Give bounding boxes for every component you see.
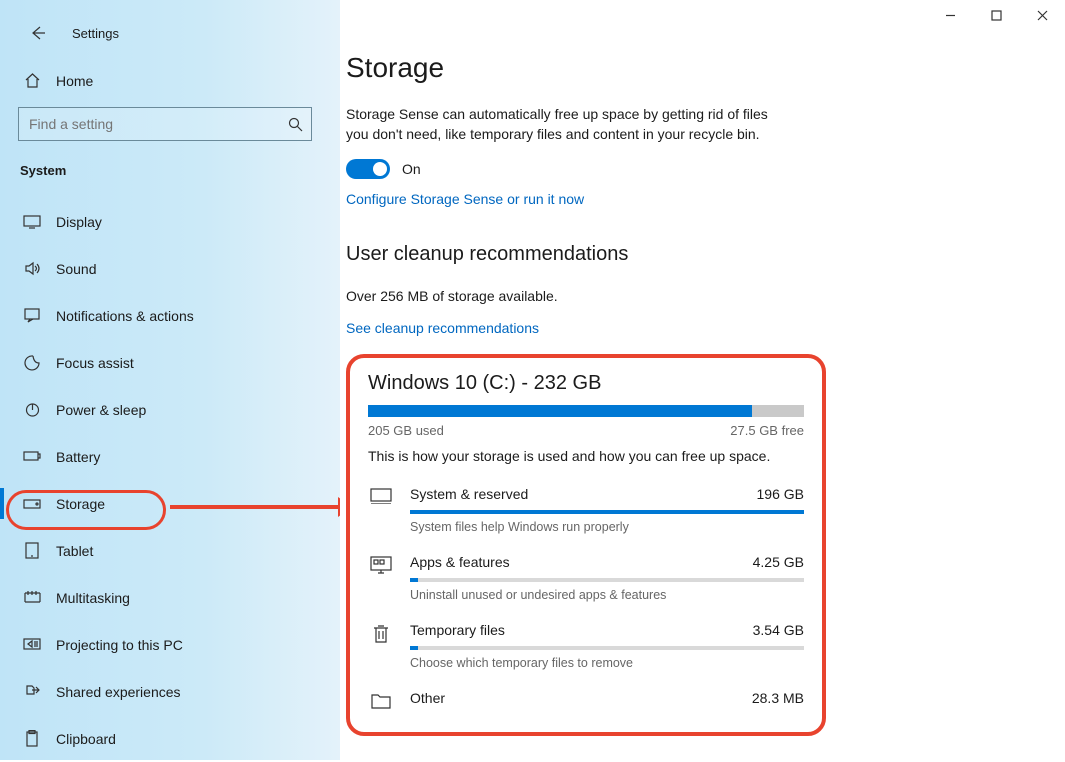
cat-size: 4.25 GB <box>753 554 804 570</box>
multitasking-icon <box>22 590 42 605</box>
focus-assist-icon <box>22 355 42 371</box>
sidebar-item-label: Projecting to this PC <box>56 637 183 653</box>
folder-icon <box>368 690 394 710</box>
category-temp-files[interactable]: Temporary files 3.54 GB Choose which temp… <box>368 614 804 682</box>
storage-icon <box>22 499 42 509</box>
sidebar-item-multitasking[interactable]: Multitasking <box>0 574 340 621</box>
cat-size: 28.3 MB <box>752 690 804 706</box>
cat-name: Apps & features <box>410 554 510 570</box>
sidebar-item-label: Sound <box>56 261 96 277</box>
sidebar-item-clipboard[interactable]: Clipboard <box>0 715 340 762</box>
cat-name: Other <box>410 690 445 706</box>
storage-sense-desc: Storage Sense can automatically free up … <box>346 104 776 145</box>
configure-storage-sense-link[interactable]: Configure Storage Sense or run it now <box>346 191 1025 207</box>
cat-size: 3.54 GB <box>753 622 804 638</box>
sidebar-item-label: Tablet <box>56 543 93 559</box>
app-title: Settings <box>72 26 119 41</box>
projecting-icon <box>22 638 42 652</box>
shared-icon <box>22 684 42 699</box>
category-other[interactable]: Other 28.3 MB <box>368 682 804 722</box>
storage-sense-toggle[interactable] <box>346 159 390 179</box>
maximize-button[interactable] <box>973 0 1019 30</box>
power-icon <box>22 402 42 417</box>
sidebar-item-label: Power & sleep <box>56 402 146 418</box>
sidebar-item-projecting[interactable]: Projecting to this PC <box>0 621 340 668</box>
search-box[interactable] <box>18 107 312 141</box>
drive-free-label: 27.5 GB free <box>730 423 804 438</box>
sidebar-item-battery[interactable]: Battery <box>0 433 340 480</box>
sidebar-item-notifications[interactable]: Notifications & actions <box>0 292 340 339</box>
close-button[interactable] <box>1019 0 1065 30</box>
sidebar-item-label: Shared experiences <box>56 684 181 700</box>
category-system-reserved[interactable]: System & reserved 196 GB System files hel… <box>368 478 804 546</box>
sidebar-item-label: Battery <box>56 449 100 465</box>
sidebar-item-label: Display <box>56 214 102 230</box>
sidebar-item-label: Storage <box>56 496 105 512</box>
sidebar: Settings Home System Display Sound Notif… <box>0 0 340 760</box>
drive-desc: This is how your storage is used and how… <box>368 448 804 464</box>
minimize-button[interactable] <box>927 0 973 30</box>
main-panel: Storage Storage Sense can automatically … <box>340 0 1065 760</box>
display-icon <box>22 215 42 229</box>
trash-icon <box>368 622 394 644</box>
home-label: Home <box>56 73 93 89</box>
cat-sub: Uninstall unused or undesired apps & fea… <box>410 588 804 602</box>
search-input[interactable] <box>19 116 279 132</box>
battery-icon <box>22 451 42 462</box>
category-heading: System <box>0 159 340 198</box>
drive-c-panel: Windows 10 (C:) - 232 GB 205 GB used 27.… <box>346 354 826 736</box>
category-apps-features[interactable]: Apps & features 4.25 GB Uninstall unused … <box>368 546 804 614</box>
back-button[interactable] <box>20 16 54 50</box>
notifications-icon <box>22 308 42 323</box>
home-icon <box>22 72 42 89</box>
toggle-label: On <box>402 161 421 177</box>
search-icon <box>279 117 311 132</box>
drive-usage-bar <box>368 405 804 417</box>
drive-used-label: 205 GB used <box>368 423 444 438</box>
page-title: Storage <box>346 52 1025 84</box>
sidebar-item-power-sleep[interactable]: Power & sleep <box>0 386 340 433</box>
cleanup-desc: Over 256 MB of storage available. <box>346 286 776 306</box>
cleanup-heading: User cleanup recommendations <box>346 243 1025 266</box>
sidebar-item-shared-experiences[interactable]: Shared experiences <box>0 668 340 715</box>
sidebar-item-sound[interactable]: Sound <box>0 245 340 292</box>
tablet-icon <box>22 542 42 559</box>
sound-icon <box>22 261 42 276</box>
sidebar-item-tablet[interactable]: Tablet <box>0 527 340 574</box>
clipboard-icon <box>22 730 42 747</box>
sidebar-item-label: Clipboard <box>56 731 116 747</box>
home-row[interactable]: Home <box>0 62 340 99</box>
sidebar-item-label: Focus assist <box>56 355 134 371</box>
system-icon <box>368 486 394 504</box>
sidebar-item-display[interactable]: Display <box>0 198 340 245</box>
cleanup-recommendations-link[interactable]: See cleanup recommendations <box>346 320 1025 336</box>
drive-title: Windows 10 (C:) - 232 GB <box>368 372 804 395</box>
cat-size: 196 GB <box>757 486 804 502</box>
cat-name: Temporary files <box>410 622 505 638</box>
sidebar-item-label: Multitasking <box>56 590 130 606</box>
cat-name: System & reserved <box>410 486 528 502</box>
cat-sub: Choose which temporary files to remove <box>410 656 804 670</box>
cat-sub: System files help Windows run properly <box>410 520 804 534</box>
sidebar-item-label: Notifications & actions <box>56 308 194 324</box>
apps-icon <box>368 554 394 574</box>
sidebar-item-storage[interactable]: Storage <box>0 480 340 527</box>
sidebar-item-focus-assist[interactable]: Focus assist <box>0 339 340 386</box>
